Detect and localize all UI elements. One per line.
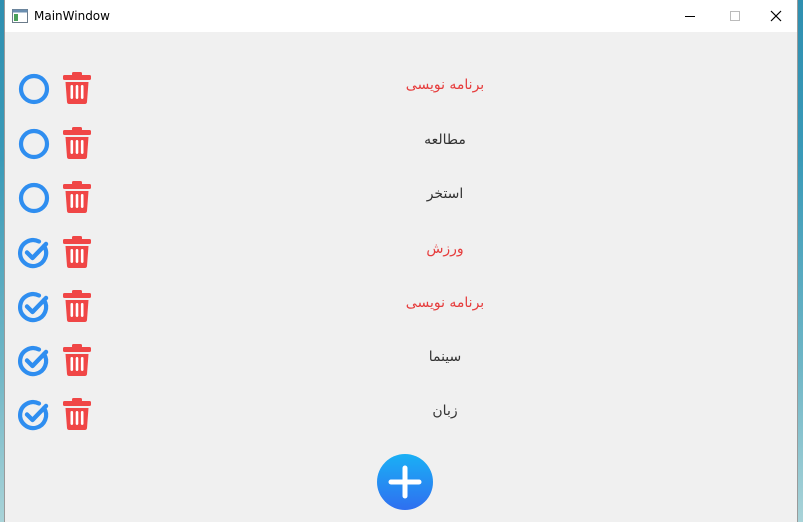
circle-outline-icon[interactable] (17, 127, 51, 161)
trash-icon[interactable] (62, 397, 92, 431)
task-row: استخر (5, 177, 797, 217)
close-button[interactable] (753, 0, 799, 32)
check-circle-icon[interactable] (17, 236, 51, 270)
main-window: MainWindow برنامه نویسی مطالعه استخر ورز… (4, 0, 798, 522)
add-task-button[interactable] (376, 453, 434, 511)
task-label: زبان (432, 403, 458, 419)
task-row: سینما (5, 340, 797, 380)
trash-icon[interactable] (62, 343, 92, 377)
check-circle-icon[interactable] (17, 290, 51, 324)
check-circle-icon[interactable] (17, 344, 51, 378)
task-row: زبان (5, 394, 797, 434)
task-label: ورزش (426, 241, 464, 257)
maximize-button[interactable] (712, 0, 758, 32)
window-title: MainWindow (34, 9, 110, 23)
task-row: مطالعه (5, 123, 797, 163)
task-row: برنامه نویسی (5, 68, 797, 108)
trash-icon[interactable] (62, 235, 92, 269)
trash-icon[interactable] (62, 180, 92, 214)
check-circle-icon[interactable] (17, 398, 51, 432)
trash-icon[interactable] (62, 71, 92, 105)
circle-outline-icon[interactable] (17, 181, 51, 215)
task-row: ورزش (5, 232, 797, 272)
trash-icon[interactable] (62, 289, 92, 323)
minimize-button[interactable] (667, 0, 713, 32)
circle-outline-icon[interactable] (17, 72, 51, 106)
task-list: برنامه نویسی مطالعه استخر ورزش برنامه نو… (5, 32, 797, 522)
maximize-icon (730, 11, 740, 21)
task-label: مطالعه (424, 132, 466, 148)
task-label: سینما (428, 349, 462, 365)
task-label: برنامه نویسی (405, 77, 485, 93)
title-bar[interactable]: MainWindow (5, 0, 797, 32)
task-label: استخر (426, 186, 464, 202)
app-icon (12, 9, 28, 23)
minimize-icon (685, 16, 695, 17)
task-row: برنامه نویسی (5, 286, 797, 326)
task-label: برنامه نویسی (405, 295, 485, 311)
close-icon (770, 10, 782, 22)
trash-icon[interactable] (62, 126, 92, 160)
